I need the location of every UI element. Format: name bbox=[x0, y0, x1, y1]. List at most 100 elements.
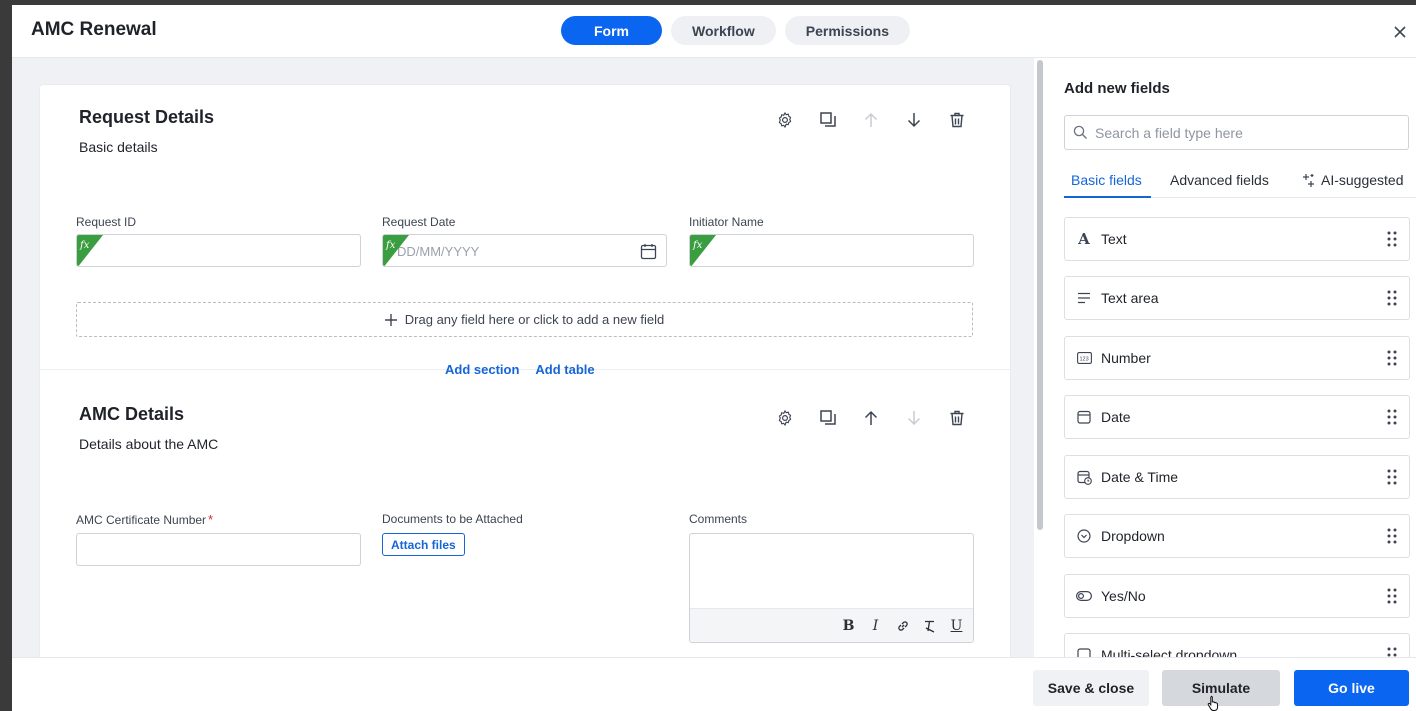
builder-tabs: Form Workflow Permissions bbox=[561, 16, 911, 45]
dropzone-label: Drag any field here or click to add a ne… bbox=[404, 312, 665, 327]
toggle-icon bbox=[1076, 588, 1092, 604]
backdrop-left bbox=[0, 5, 12, 711]
attach-files-button[interactable]: Attach files bbox=[382, 533, 465, 556]
section-toolbar bbox=[774, 109, 968, 131]
tab-form[interactable]: Form bbox=[561, 16, 662, 45]
active-tab-indicator bbox=[1064, 196, 1151, 198]
section-subtitle: Basic details bbox=[79, 139, 158, 155]
text-type-icon: A bbox=[1078, 230, 1090, 248]
duplicate-icon[interactable] bbox=[817, 109, 839, 131]
drag-handle-icon[interactable] bbox=[1387, 231, 1397, 247]
initiator-name-input[interactable]: fx bbox=[689, 234, 974, 267]
save-close-button[interactable]: Save & close bbox=[1033, 670, 1149, 706]
amc-certificate-input[interactable] bbox=[76, 533, 361, 566]
page-title: AMC Renewal bbox=[31, 19, 157, 40]
clear-format-icon[interactable] bbox=[921, 617, 938, 634]
field-dropzone[interactable]: Drag any field here or click to add a ne… bbox=[76, 302, 973, 337]
delete-icon[interactable] bbox=[946, 109, 968, 131]
field-label-amc-certificate: AMC Certificate Number * bbox=[76, 512, 213, 527]
drag-handle-icon[interactable] bbox=[1387, 588, 1397, 604]
tab-basic-fields[interactable]: Basic fields bbox=[1071, 172, 1142, 188]
field-type-label: Yes/No bbox=[1101, 588, 1146, 604]
tab-ai-suggested[interactable]: AI-suggested bbox=[1300, 172, 1404, 188]
move-up-icon bbox=[860, 109, 882, 131]
field-type-text-area[interactable]: Text area bbox=[1064, 276, 1410, 320]
simulate-button[interactable]: Simulate bbox=[1162, 670, 1280, 706]
calendar-icon[interactable] bbox=[640, 243, 657, 260]
field-type-text[interactable]: A Text bbox=[1064, 217, 1410, 261]
move-up-icon[interactable] bbox=[860, 407, 882, 429]
link-icon[interactable] bbox=[894, 617, 911, 634]
field-search-input[interactable] bbox=[1095, 116, 1395, 149]
duplicate-icon[interactable] bbox=[817, 407, 839, 429]
tab-advanced-fields[interactable]: Advanced fields bbox=[1170, 172, 1269, 188]
add-table-link[interactable]: Add table bbox=[535, 362, 594, 377]
plus-icon bbox=[384, 313, 397, 326]
section-subtitle: Details about the AMC bbox=[79, 436, 219, 452]
bold-icon[interactable]: B bbox=[840, 617, 857, 634]
required-mark: * bbox=[208, 512, 214, 527]
modal-footer: Save & close Simulate Go live bbox=[12, 657, 1416, 711]
svg-text:fx: fx bbox=[692, 240, 703, 251]
formula-icon: fx bbox=[77, 235, 103, 266]
field-label-request-id: Request ID bbox=[76, 215, 137, 229]
drag-handle-icon[interactable] bbox=[1387, 647, 1397, 657]
field-type-label: Text bbox=[1101, 231, 1127, 247]
drag-handle-icon[interactable] bbox=[1387, 290, 1397, 306]
drag-handle-icon[interactable] bbox=[1387, 469, 1397, 485]
settings-icon[interactable] bbox=[774, 407, 796, 429]
form-canvas: Request Details Basic details Request ID… bbox=[12, 58, 1034, 657]
field-type-date[interactable]: Date bbox=[1064, 395, 1410, 439]
drag-handle-icon[interactable] bbox=[1387, 528, 1397, 544]
add-links: Add section Add table bbox=[445, 362, 595, 377]
tab-ai-suggested-label: AI-suggested bbox=[1321, 172, 1404, 188]
search-icon bbox=[1073, 125, 1087, 139]
move-down-icon[interactable] bbox=[903, 109, 925, 131]
field-type-number[interactable]: 123 Number bbox=[1064, 336, 1410, 380]
field-label-request-date: Request Date bbox=[382, 215, 456, 229]
svg-text:fx: fx bbox=[385, 240, 396, 251]
underline-icon[interactable]: U bbox=[948, 617, 965, 634]
field-label-text: AMC Certificate Number bbox=[76, 513, 207, 527]
drag-handle-icon[interactable] bbox=[1387, 409, 1397, 425]
request-id-input[interactable]: fx bbox=[76, 234, 361, 267]
request-date-input[interactable]: DD/MM/YYYY fx bbox=[382, 234, 667, 267]
field-type-multiselect[interactable]: Multi-select dropdown bbox=[1064, 633, 1410, 657]
field-label-documents: Documents to be Attached bbox=[382, 512, 523, 526]
section-title: Request Details bbox=[79, 107, 215, 127]
modal-header: AMC Renewal Form Workflow Permissions bbox=[12, 5, 1416, 58]
add-fields-panel: Add new fields Basic fields Advanced fie… bbox=[1044, 58, 1416, 657]
formula-icon: fx bbox=[690, 235, 716, 266]
drag-handle-icon[interactable] bbox=[1387, 350, 1397, 366]
dropdown-icon bbox=[1076, 528, 1092, 544]
field-label-comments: Comments bbox=[689, 512, 748, 526]
svg-text:123: 123 bbox=[1079, 357, 1088, 363]
canvas-scroll-thumb[interactable] bbox=[1037, 60, 1043, 530]
italic-icon[interactable]: I bbox=[867, 617, 884, 634]
field-type-date-time[interactable]: Date & Time bbox=[1064, 455, 1410, 499]
field-type-yes-no[interactable]: Yes/No bbox=[1064, 574, 1410, 618]
date-placeholder: DD/MM/YYYY bbox=[397, 244, 480, 259]
tab-workflow[interactable]: Workflow bbox=[671, 16, 776, 45]
panel-title: Add new fields bbox=[1064, 80, 1170, 97]
go-live-button[interactable]: Go live bbox=[1294, 670, 1409, 706]
section-toolbar bbox=[774, 407, 968, 429]
tab-permissions[interactable]: Permissions bbox=[784, 16, 911, 45]
number-icon: 123 bbox=[1076, 350, 1092, 366]
field-type-label: Date & Time bbox=[1101, 469, 1179, 485]
calendar-icon bbox=[1076, 409, 1092, 425]
field-type-label: Dropdown bbox=[1101, 528, 1165, 544]
close-icon[interactable] bbox=[1391, 23, 1409, 41]
field-type-label: Multi-select dropdown bbox=[1101, 647, 1238, 657]
field-tabs: Basic fields Advanced fields AI-suggeste… bbox=[1064, 167, 1416, 198]
form-builder-modal: AMC Renewal Form Workflow Permissions Re… bbox=[12, 5, 1416, 711]
rich-text-toolbar: B I U bbox=[690, 608, 973, 642]
settings-icon[interactable] bbox=[774, 109, 796, 131]
field-label-initiator-name: Initiator Name bbox=[689, 215, 764, 229]
add-section-link[interactable]: Add section bbox=[445, 362, 519, 377]
text-area-icon bbox=[1076, 290, 1092, 306]
field-type-dropdown[interactable]: Dropdown bbox=[1064, 514, 1410, 558]
comments-editor[interactable]: B I U bbox=[689, 533, 974, 643]
formula-icon: fx bbox=[383, 235, 409, 266]
delete-icon[interactable] bbox=[946, 407, 968, 429]
